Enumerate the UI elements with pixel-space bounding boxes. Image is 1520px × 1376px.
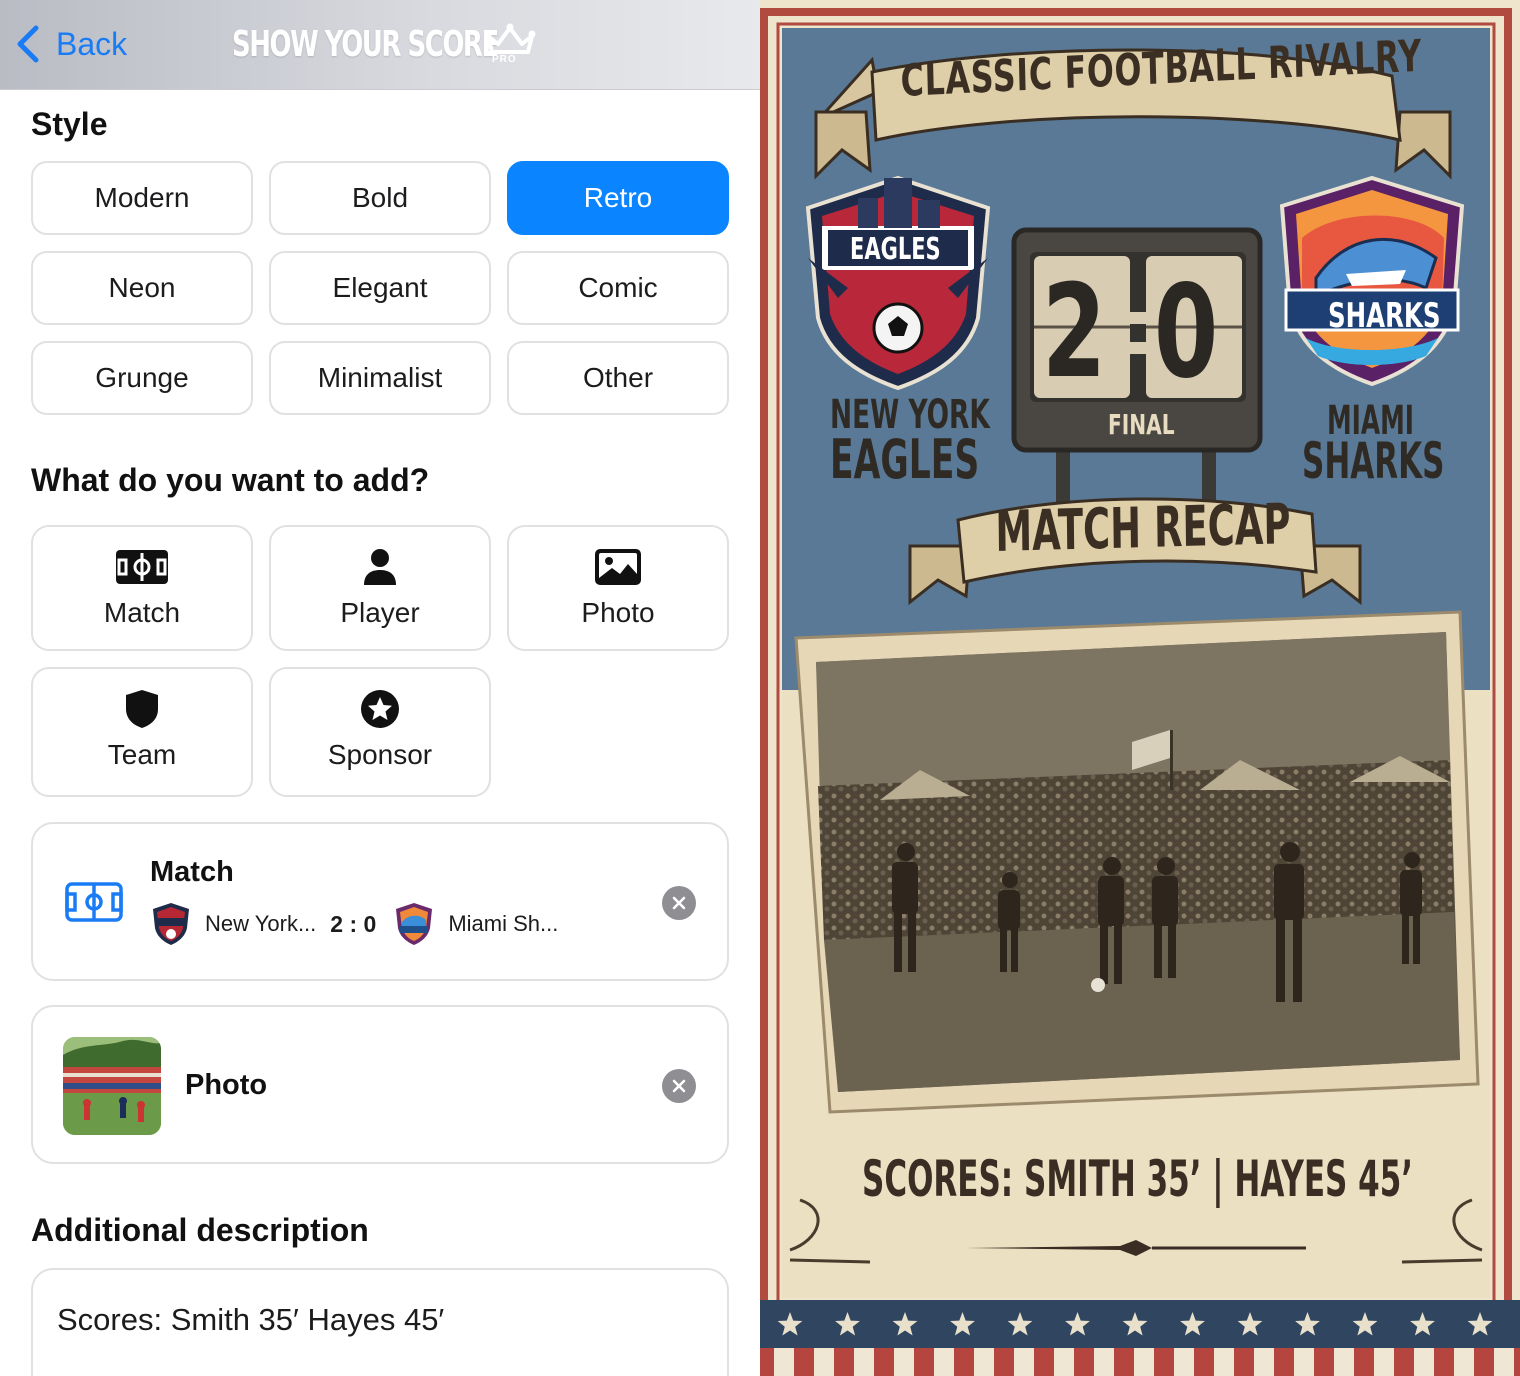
add-sponsor-label: Sponsor [327,739,433,770]
stripe-decoration [1234,1348,1254,1376]
stripe-decoration [1434,1348,1454,1376]
add-photo-button[interactable]: Photo [507,525,729,651]
person-icon [364,549,396,585]
away-score-digit: 0 [1154,258,1219,407]
sharks-crest-icon [396,903,433,945]
added-match-card[interactable]: Match New York... 2 : 0 Miami Sh... [31,822,729,981]
stripe-decoration [760,1348,774,1376]
add-section-title: What do you want to add? [31,462,430,498]
app-brand: SHOW YOUR SCORE PRO [232,23,536,65]
add-player-button[interactable]: Player [269,525,491,651]
remove-match-button[interactable] [662,886,696,920]
description-value: Scores: Smith 35′ Hayes 45′ [57,1302,445,1337]
add-team-label: Team [107,739,177,770]
home-team-name: New York... [205,911,317,936]
app-title: SHOW YOUR SCORE [232,24,499,65]
close-icon [672,896,686,910]
eagles-crest-icon [153,903,189,945]
stripe-decoration [914,1348,934,1376]
stripe-decoration [1034,1348,1054,1376]
add-player-label: Player [340,597,420,628]
style-option-elegant[interactable]: Elegant [269,251,491,325]
photo-thumbnail [63,1037,161,1135]
style-option-neon[interactable]: Neon [31,251,253,325]
home-team-line2: EAGLES [830,428,980,491]
stripe-decoration [994,1348,1014,1376]
sharks-crest-text: SHARKS [1328,296,1441,336]
stripe-decoration [1154,1348,1174,1376]
add-match-label: Match [103,597,181,628]
style-option-modern[interactable]: Modern [31,161,253,235]
stripe-decoration [1394,1348,1414,1376]
stripe-decoration [874,1348,894,1376]
photo-card-title: Photo [185,1069,268,1101]
stripe-decoration [794,1348,814,1376]
photo-icon [595,549,641,585]
match-card-title: Match [150,856,234,888]
navigation-bar: Back SHOW YOUR SCORE PRO [0,0,760,90]
style-option-retro[interactable]: Retro [507,161,729,235]
style-section-title: Style [31,106,108,142]
style-option-bold[interactable]: Bold [269,161,491,235]
shield-icon [126,690,158,728]
remove-photo-button[interactable] [662,1069,696,1103]
match-status: FINAL [1108,408,1175,441]
editor-panel: Back SHOW YOUR SCORE PRO Style Modern Bo… [0,0,760,1376]
back-button[interactable]: Back [14,24,127,64]
stripe-decoration [1114,1348,1134,1376]
poster-subtitle: MATCH RECAP [995,492,1291,565]
add-photo-label: Photo [581,597,655,628]
crown-icon: PRO [484,22,536,68]
match-score: 2 : 0 [330,910,377,937]
style-option-grunge[interactable]: Grunge [31,341,253,415]
stripe-decoration [1194,1348,1214,1376]
match-summary: New York... 2 : 0 Miami Sh... [151,902,558,946]
stripe-decoration [834,1348,854,1376]
away-team-name: Miami Sh... [448,911,559,936]
away-team-line2: SHARKS [1302,432,1445,490]
close-icon [672,1079,686,1093]
pitch-icon [65,882,123,922]
pro-badge: PRO [492,54,517,65]
style-option-comic[interactable]: Comic [507,251,729,325]
add-sponsor-button[interactable]: Sponsor [269,667,491,797]
style-option-minimalist[interactable]: Minimalist [269,341,491,415]
poster-scorers: SCORES: SMITH 35’ | HAYES 45’ [862,1150,1414,1208]
stripe-decoration [1074,1348,1094,1376]
style-option-other[interactable]: Other [507,341,729,415]
vintage-photo [794,610,1480,1114]
added-photo-card[interactable]: Photo [31,1005,729,1164]
poster-preview: CLASSIC FOOTBALL RIVALRY EAGLES SHARKS N… [760,0,1520,1376]
star-badge-icon [361,690,399,728]
add-team-button[interactable]: Team [31,667,253,797]
chevron-left-icon [17,25,39,63]
back-label: Back [56,26,128,62]
description-field[interactable]: Scores: Smith 35′ Hayes 45′ [31,1268,729,1376]
pitch-icon [116,550,168,584]
stripe-decoration [1354,1348,1374,1376]
add-match-button[interactable]: Match [31,525,253,651]
home-score-digit: 2 [1042,258,1107,407]
eagles-crest-text: EAGLES [850,232,941,267]
stripe-decoration [1314,1348,1334,1376]
stripe-decoration [1474,1348,1494,1376]
description-title: Additional description [31,1212,369,1248]
stripe-decoration [1514,1348,1520,1376]
stripe-decoration [954,1348,974,1376]
stripe-decoration [1274,1348,1294,1376]
